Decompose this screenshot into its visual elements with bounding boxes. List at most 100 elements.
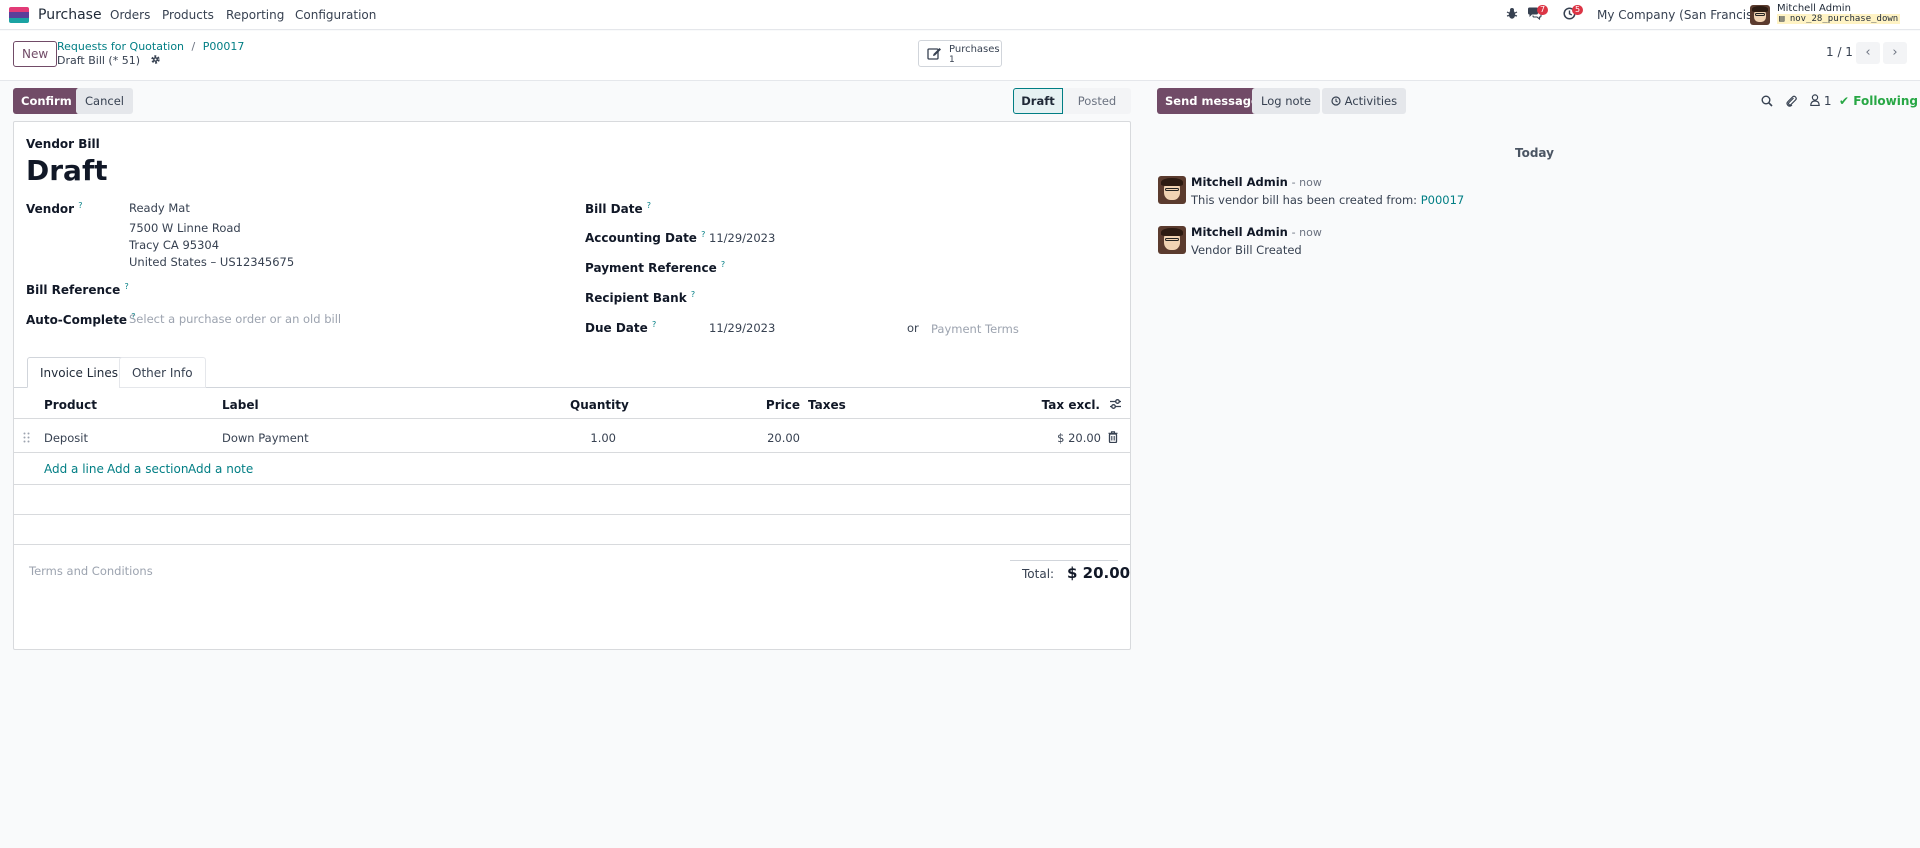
tab-invoice-lines[interactable]: Invoice Lines xyxy=(27,357,131,388)
followers-button[interactable]: 1 xyxy=(1810,94,1831,108)
purchase-app-icon[interactable] xyxy=(9,7,29,23)
message-body-text: This vendor bill has been created from: xyxy=(1191,193,1418,207)
send-message-button[interactable]: Send message xyxy=(1157,88,1267,114)
payment-reference-label-text: Payment Reference xyxy=(585,261,717,275)
purchases-smart-button[interactable]: Purchases 1 xyxy=(918,40,1002,67)
pager-value[interactable]: 1 / 1 xyxy=(1826,45,1853,59)
search-icon[interactable] xyxy=(1761,95,1773,110)
company-switcher[interactable]: My Company (San Francisco) xyxy=(1597,8,1771,22)
bill-reference-label-text: Bill Reference xyxy=(26,283,121,297)
message-header: Mitchell Admin - now xyxy=(1191,175,1322,189)
database-name: ▤ nov_28_purchase_down xyxy=(1777,14,1901,24)
status-draft[interactable]: Draft xyxy=(1013,88,1063,114)
recipient-bank-label: Recipient Bank ? xyxy=(585,290,695,305)
log-note-button[interactable]: Log note xyxy=(1252,88,1321,114)
column-taxes[interactable]: Taxes xyxy=(808,398,846,412)
add-section-link[interactable]: Add a section xyxy=(107,462,188,476)
pager-previous-button[interactable]: ‹ xyxy=(1856,42,1880,64)
pager-next-button[interactable]: › xyxy=(1883,42,1907,64)
breadcrumb: Requests for Quotation / P00017 xyxy=(57,40,244,53)
row-label[interactable]: Down Payment xyxy=(222,431,309,445)
bill-date-help-icon[interactable]: ? xyxy=(647,201,651,210)
paperclip-icon[interactable] xyxy=(1785,94,1797,110)
or-text: or xyxy=(907,321,919,335)
add-note-link[interactable]: Add a note xyxy=(188,462,253,476)
row-divider xyxy=(14,452,1130,453)
optional-columns-icon[interactable] xyxy=(1109,398,1122,413)
trash-icon[interactable] xyxy=(1108,431,1118,446)
message-author-avatar[interactable] xyxy=(1158,226,1186,254)
vendor-field[interactable]: Ready Mat xyxy=(129,201,190,215)
message-body: This vendor bill has been created from: … xyxy=(1191,193,1464,207)
vendor-label: Vendor ? xyxy=(26,201,83,216)
accounting-date-input[interactable]: 11/29/2023 xyxy=(709,231,775,245)
column-price[interactable]: Price xyxy=(740,398,800,412)
recipient-bank-input[interactable] xyxy=(709,287,1129,307)
auto-complete-label: Auto-Complete ? xyxy=(26,312,136,327)
date-separator: Today xyxy=(1515,146,1554,160)
chevron-right-icon: › xyxy=(1892,45,1898,60)
auto-complete-input[interactable]: Select a purchase order or an old bill xyxy=(129,312,341,326)
smart-button-label: Purchases xyxy=(949,44,1000,55)
vendor-label-text: Vendor xyxy=(26,202,75,216)
menu-products[interactable]: Products xyxy=(162,8,214,22)
column-quantity[interactable]: Quantity xyxy=(570,398,629,412)
message-header: Mitchell Admin - now xyxy=(1191,225,1322,239)
cancel-button[interactable]: Cancel xyxy=(76,88,133,114)
vendor-help-icon[interactable]: ? xyxy=(78,201,82,210)
message-source-link[interactable]: P00017 xyxy=(1421,193,1465,207)
bill-date-input[interactable] xyxy=(709,198,1129,218)
column-tax-excl[interactable]: Tax excl. xyxy=(1040,398,1100,412)
accounting-date-help-icon[interactable]: ? xyxy=(701,230,705,239)
row-quantity[interactable]: 1.00 xyxy=(560,431,616,445)
following-label: Following xyxy=(1853,94,1919,108)
due-date-input[interactable]: 11/29/2023 xyxy=(709,321,775,335)
message-author-avatar[interactable] xyxy=(1158,176,1186,204)
due-date-help-icon[interactable]: ? xyxy=(652,320,656,329)
tab-other-info[interactable]: Other Info xyxy=(119,357,206,388)
user-icon xyxy=(1810,94,1824,108)
database-label: nov_28_purchase_down xyxy=(1789,14,1899,24)
terms-conditions-input[interactable]: Terms and Conditions xyxy=(29,564,153,578)
app-name[interactable]: Purchase xyxy=(38,7,102,23)
add-line-link[interactable]: Add a line xyxy=(44,462,104,476)
following-button[interactable]: ✔ Following xyxy=(1839,94,1918,108)
drag-handle-icon[interactable] xyxy=(23,432,30,446)
total-value: $ 20.00 xyxy=(1067,564,1131,582)
breadcrumb-separator: / xyxy=(191,40,196,53)
bug-icon[interactable] xyxy=(1506,7,1518,23)
vendor-city: Tracy CA 95304 xyxy=(129,238,220,252)
empty-row-divider-3 xyxy=(14,544,1130,545)
menu-reporting[interactable]: Reporting xyxy=(226,8,284,22)
activities-badge: 5 xyxy=(1572,5,1584,15)
breadcrumb-parent[interactable]: Requests for Quotation xyxy=(57,40,184,53)
activities-clock-icon xyxy=(1331,94,1345,108)
payment-reference-input[interactable] xyxy=(709,257,1129,277)
record-subtitle-text: Draft Bill (* 51) xyxy=(57,54,141,67)
recipient-bank-help-icon[interactable]: ? xyxy=(691,290,695,299)
user-avatar[interactable] xyxy=(1750,5,1770,25)
record-subtitle: Draft Bill (* 51) xyxy=(57,54,161,67)
message-body: Vendor Bill Created xyxy=(1191,243,1302,257)
confirm-button[interactable]: Confirm xyxy=(13,88,80,114)
recipient-bank-label-text: Recipient Bank xyxy=(585,291,687,305)
menu-configuration[interactable]: Configuration xyxy=(295,8,376,22)
payment-terms-input[interactable]: Payment Terms xyxy=(931,322,1019,336)
column-product[interactable]: Product xyxy=(44,398,97,412)
breadcrumb-current[interactable]: P00017 xyxy=(203,40,245,53)
column-label[interactable]: Label xyxy=(222,398,259,412)
activities-button[interactable]: Activities xyxy=(1322,88,1407,114)
message-author[interactable]: Mitchell Admin xyxy=(1191,225,1288,239)
new-button[interactable]: New xyxy=(13,41,58,67)
menu-orders[interactable]: Orders xyxy=(110,8,150,22)
bill-reference-input[interactable] xyxy=(129,278,549,298)
due-date-label: Due Date ? xyxy=(585,320,656,335)
message-author[interactable]: Mitchell Admin xyxy=(1191,175,1288,189)
row-product[interactable]: Deposit xyxy=(44,431,88,445)
row-price[interactable]: 20.00 xyxy=(740,431,800,445)
gear-icon[interactable] xyxy=(150,54,161,67)
empty-row-divider-1 xyxy=(14,484,1130,485)
empty-row-divider-2 xyxy=(14,514,1130,515)
user-name[interactable]: Mitchell Admin xyxy=(1777,3,1851,14)
status-posted[interactable]: Posted xyxy=(1063,88,1131,114)
